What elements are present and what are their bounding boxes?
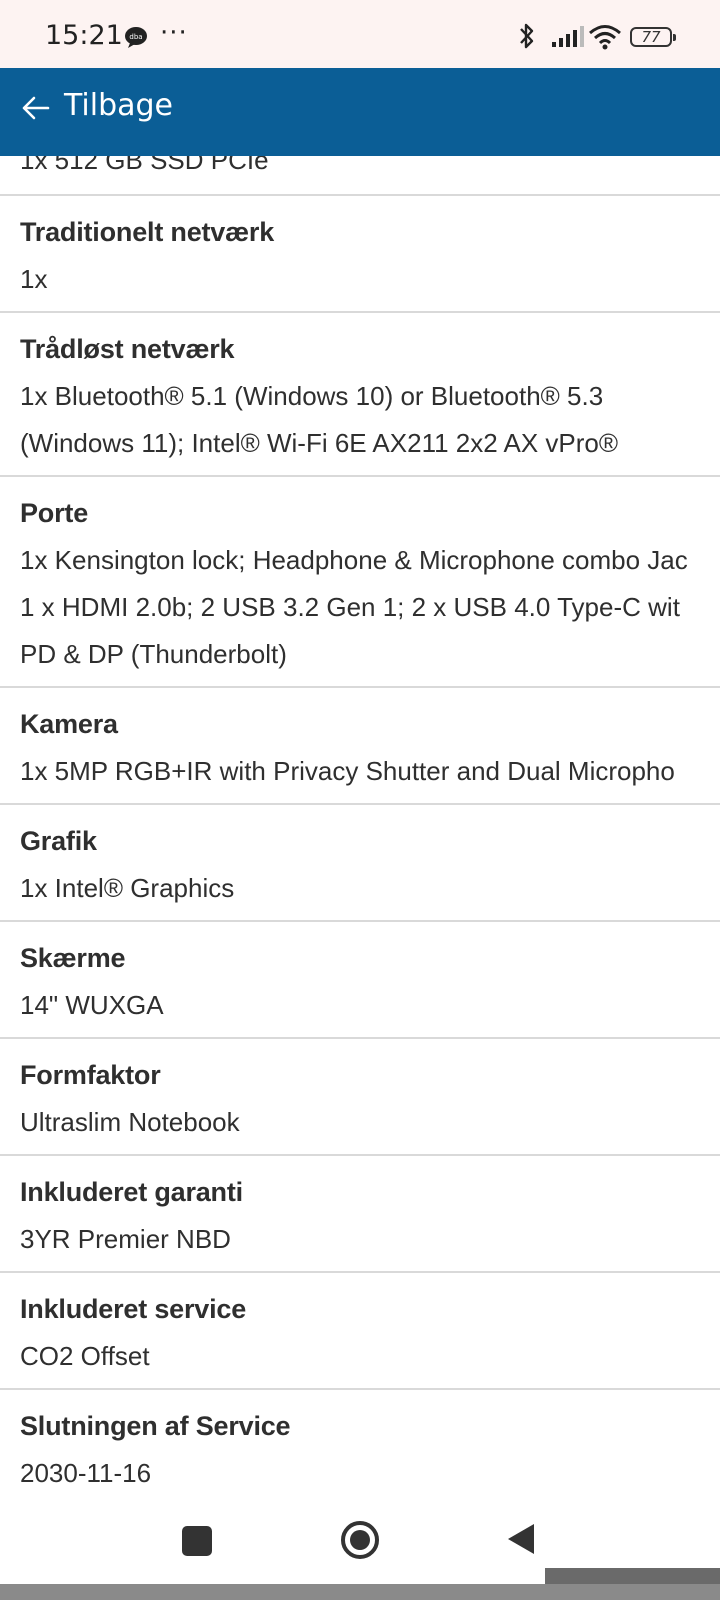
spec-label: Porte	[20, 498, 89, 528]
spec-label: Slutningen af Service	[20, 1411, 291, 1441]
bottom-overlay	[0, 1584, 720, 1600]
spec-value: 1x 512 GB SSD PCIe	[20, 156, 269, 175]
spec-row: Inkluderet service CO2 Offset	[0, 1273, 720, 1390]
bluetooth-icon	[516, 22, 538, 50]
spec-label: Skærme	[20, 943, 126, 973]
back-arrow-icon[interactable]	[20, 94, 50, 124]
spec-row: Trådløst netværk 1x Bluetooth® 5.1 (Windo…	[0, 313, 720, 477]
spec-label: Kamera	[20, 709, 118, 739]
spec-value: 1x Bluetooth® 5.1 (Windows 10) or Blueto…	[20, 373, 720, 467]
spec-value-line: Ultraslim Notebook	[20, 1107, 240, 1137]
spec-label: Grafik	[20, 826, 97, 856]
spec-value-line: 1x 5MP RGB+IR with Privacy Shutter and D…	[20, 756, 675, 786]
spec-label: Formfaktor	[20, 1060, 161, 1090]
back-triangle-icon[interactable]	[506, 1522, 536, 1560]
chat-bubble-icon: dba	[124, 26, 148, 48]
spec-value-line: 1x Kensington lock; Headphone & Micropho…	[20, 545, 688, 575]
recents-square-icon[interactable]	[182, 1526, 212, 1556]
spec-value-line: 1x	[20, 264, 48, 294]
spec-label: Trådløst netværk	[20, 334, 235, 364]
home-circle-icon[interactable]	[340, 1520, 380, 1564]
spec-row: Porte 1x Kensington lock; Headphone & Mic…	[0, 477, 720, 688]
wifi-icon	[588, 24, 622, 50]
svg-text:dba: dba	[129, 33, 142, 41]
spec-value-line: 1x Intel® Graphics	[20, 873, 235, 903]
spec-value: 1x	[20, 256, 720, 303]
status-time: 15:21	[45, 20, 123, 51]
spec-value: 1x Intel® Graphics	[20, 865, 720, 912]
spec-row: Skærme 14" WUXGA	[0, 922, 720, 1039]
spec-value: CO2 Offset	[20, 1333, 720, 1380]
spec-row: Traditionelt netværk 1x	[0, 196, 720, 313]
spec-value-line: CO2 Offset	[20, 1341, 150, 1371]
battery-icon: 77	[630, 27, 676, 47]
spec-value-line: (Windows 11); Intel® Wi-Fi 6E AX211 2x2 …	[20, 428, 619, 458]
spec-value: 14" WUXGA	[20, 982, 720, 1029]
spec-list: 1x 512 GB SSD PCIe Traditionelt netværk 1…	[0, 156, 720, 1536]
screen: 15:21 dba ··· 77 Tilbage 1x 512 GB SSD P…	[0, 0, 720, 1600]
spec-value-line: 14" WUXGA	[20, 990, 164, 1020]
spec-value-line: 1x Bluetooth® 5.1 (Windows 10) or Blueto…	[20, 381, 604, 411]
spec-value-line: 3YR Premier NBD	[20, 1224, 231, 1254]
status-bar: 15:21 dba ··· 77	[0, 0, 720, 68]
spec-rows: Traditionelt netværk 1x Trådløst netværk 1x…	[0, 196, 720, 1507]
spec-row: Kamera 1x 5MP RGB+IR with Privacy Shutter…	[0, 688, 720, 805]
back-button[interactable]: Tilbage	[64, 88, 173, 123]
spec-value: 1x 5MP RGB+IR with Privacy Shutter and D…	[20, 748, 720, 795]
spec-row: Formfaktor Ultraslim Notebook	[0, 1039, 720, 1156]
spec-row: Inkluderet garanti 3YR Premier NBD	[0, 1156, 720, 1273]
spec-value: Ultraslim Notebook	[20, 1099, 720, 1146]
spec-row-partial: 1x 512 GB SSD PCIe	[0, 156, 720, 196]
more-notifications-icon: ···	[160, 18, 188, 48]
spec-row: Grafik 1x Intel® Graphics	[0, 805, 720, 922]
spec-label: Traditionelt netværk	[20, 217, 275, 247]
spec-value: 3YR Premier NBD	[20, 1216, 720, 1263]
spec-value-line: 1 x HDMI 2.0b; 2 USB 3.2 Gen 1; 2 x USB …	[20, 592, 680, 622]
spec-value: 1x Kensington lock; Headphone & Micropho…	[20, 537, 720, 678]
app-bar: Tilbage	[0, 68, 720, 156]
spec-label: Inkluderet service	[20, 1294, 247, 1324]
signal-icon	[552, 26, 584, 48]
spec-value-line: PD & DP (Thunderbolt)	[20, 639, 287, 669]
spec-label: Inkluderet garanti	[20, 1177, 243, 1207]
